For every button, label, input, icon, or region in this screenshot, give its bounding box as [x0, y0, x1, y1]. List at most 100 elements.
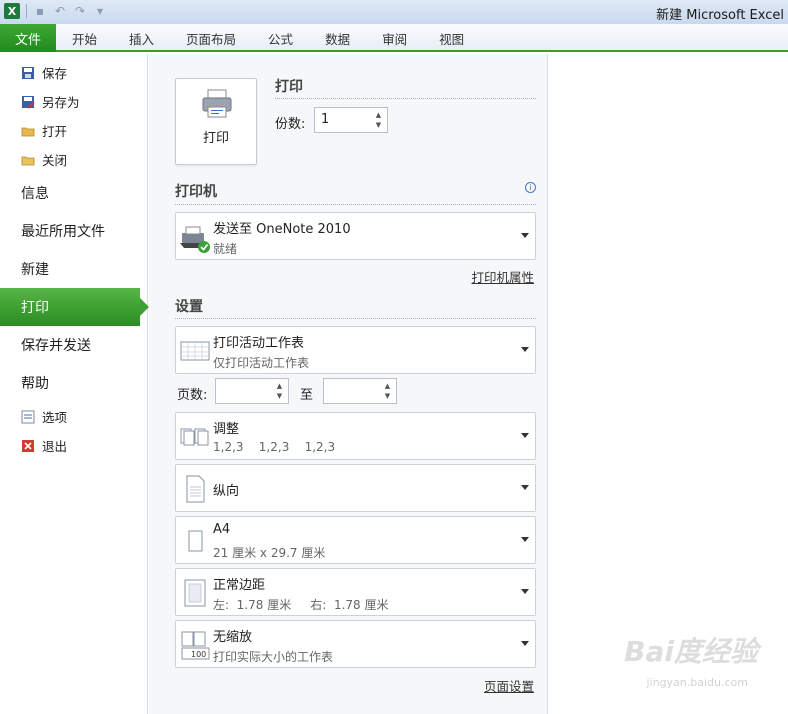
divider: [175, 318, 536, 319]
copies-value: 1: [321, 112, 330, 127]
window-title: 新建 Microsoft Excel: [656, 8, 784, 23]
chevron-down-icon: [521, 233, 529, 238]
printer-ready-icon: [180, 226, 210, 253]
printer-properties-link[interactable]: 打印机属性: [471, 267, 534, 286]
excel-logo-icon: X: [4, 3, 20, 19]
ribbon-tabs: 文件 开始 插入 页面布局 公式 数据 审阅 视图: [0, 24, 788, 52]
exit-icon: [21, 439, 35, 453]
nav-save[interactable]: 保存: [0, 58, 147, 87]
sheet-grid-icon: [180, 341, 210, 361]
tab-formulas[interactable]: 公式: [252, 24, 309, 52]
page-setup-link[interactable]: 页面设置: [484, 676, 534, 695]
stepper-arrows-icon[interactable]: ▲ ▼: [275, 381, 284, 401]
stepper-arrows-icon[interactable]: ▲ ▼: [374, 110, 383, 130]
watermark-logo: Bai度经验: [624, 635, 758, 668]
print-settings-panel: 打印 打印 份数: 1 ▲ ▼ 打印机 i 发送至 OneNote 2010 就绪…: [149, 54, 548, 714]
nav-print[interactable]: 打印: [0, 288, 149, 326]
title-bar: X ▪ ↶ ↷ ▾ 新建 Microsoft Excel: [0, 0, 788, 24]
nav-recent[interactable]: 最近所用文件: [0, 212, 147, 250]
print-preview-area: [549, 54, 788, 714]
nav-help[interactable]: 帮助: [0, 364, 147, 402]
nav-open-label: 打开: [42, 124, 68, 139]
printer-name: 发送至 OneNote 2010: [213, 222, 351, 237]
save-as-icon: [21, 95, 35, 109]
nav-exit-label: 退出: [42, 439, 68, 454]
divider: [175, 204, 536, 205]
print-what-sub: 仅打印活动工作表: [213, 356, 310, 370]
orientation-title: 纵向: [213, 484, 240, 499]
tab-page-layout[interactable]: 页面布局: [170, 24, 252, 52]
watermark-url: jingyan.baidu.com: [646, 676, 748, 689]
nav-save-as[interactable]: 另存为: [0, 87, 147, 116]
paper-size-dropdown[interactable]: A4 21 厘米 x 29.7 厘米: [175, 516, 536, 564]
margins-title: 正常边距: [213, 578, 266, 593]
toolbar-divider: [26, 4, 27, 18]
print-section-title: 打印: [275, 79, 303, 95]
nav-open[interactable]: 打开: [0, 116, 147, 145]
printer-section-title: 打印机: [175, 184, 217, 200]
scaling-dropdown[interactable]: 100 无缩放 打印实际大小的工作表: [175, 620, 536, 668]
pages-label: 页数:: [177, 388, 208, 403]
print-what-title: 打印活动工作表: [213, 336, 305, 351]
paper-size-title: A4: [213, 522, 231, 537]
tab-home[interactable]: 开始: [56, 24, 113, 52]
save-icon: [21, 66, 35, 80]
nav-new[interactable]: 新建: [0, 250, 147, 288]
collate-dropdown[interactable]: 调整 1,2,3 1,2,3 1,2,3: [175, 412, 536, 460]
info-icon[interactable]: i: [525, 182, 536, 193]
open-folder-icon: [21, 124, 35, 138]
stepper-arrows-icon[interactable]: ▲ ▼: [383, 381, 392, 401]
pages-to-stepper[interactable]: ▲ ▼: [323, 378, 397, 404]
nav-exit[interactable]: 退出: [0, 431, 147, 460]
nav-save-label: 保存: [42, 66, 68, 81]
chevron-down-icon: [521, 589, 529, 594]
nav-close-label: 关闭: [42, 153, 68, 168]
nav-save-send[interactable]: 保存并发送: [0, 326, 147, 364]
nav-options-label: 选项: [42, 410, 68, 425]
copies-label: 份数:: [275, 117, 306, 132]
tab-view[interactable]: 视图: [423, 24, 480, 52]
options-icon: [21, 410, 35, 424]
undo-icon[interactable]: ↶: [53, 4, 67, 18]
nav-close[interactable]: 关闭: [0, 145, 147, 174]
quick-access-toolbar: X ▪ ↶ ↷ ▾: [4, 3, 107, 19]
portrait-page-icon: [186, 475, 205, 503]
chevron-down-icon: [521, 485, 529, 490]
nav-save-as-label: 另存为: [42, 95, 80, 110]
paper-size-icon: [188, 530, 203, 552]
scaling-title: 无缩放: [213, 630, 253, 645]
settings-section-title: 设置: [175, 299, 203, 315]
collate-sub: 1,2,3 1,2,3 1,2,3: [213, 440, 336, 454]
save-icon[interactable]: ▪: [33, 4, 47, 18]
nav-options[interactable]: 选项: [0, 402, 147, 431]
orientation-dropdown[interactable]: 纵向: [175, 464, 536, 512]
svg-text:100: 100: [191, 650, 206, 659]
tab-review[interactable]: 审阅: [366, 24, 423, 52]
redo-icon[interactable]: ↷: [73, 4, 87, 18]
chevron-down-icon: [521, 641, 529, 646]
margins-dropdown[interactable]: 正常边距 左: 1.78 厘米 右: 1.78 厘米: [175, 568, 536, 616]
pages-from-stepper[interactable]: ▲ ▼: [215, 378, 289, 404]
nav-info[interactable]: 信息: [0, 174, 147, 212]
chevron-down-icon: [521, 537, 529, 542]
print-button[interactable]: 打印: [175, 78, 257, 165]
close-folder-icon: [21, 153, 35, 167]
printer-status: 就绪: [213, 242, 238, 256]
collate-icon: [180, 428, 209, 446]
copies-stepper[interactable]: 1 ▲ ▼: [314, 107, 388, 133]
backstage-nav: 保存 另存为 打开 关闭 信息 最近所用文件 新建 打印 保存并发送 帮助 选项…: [0, 54, 149, 714]
customize-toolbar-icon[interactable]: ▾: [93, 4, 107, 18]
margins-sub: 左: 1.78 厘米 右: 1.78 厘米: [213, 598, 389, 612]
divider: [275, 98, 536, 99]
tab-data[interactable]: 数据: [309, 24, 366, 52]
print-what-dropdown[interactable]: 打印活动工作表 仅打印活动工作表: [175, 326, 536, 374]
no-scaling-icon: 100: [181, 631, 210, 660]
chevron-down-icon: [521, 347, 529, 352]
printer-icon: [202, 89, 232, 118]
tab-insert[interactable]: 插入: [113, 24, 170, 52]
chevron-down-icon: [521, 433, 529, 438]
margins-icon: [184, 579, 206, 607]
pages-to-label: 至: [300, 388, 314, 403]
printer-dropdown[interactable]: 发送至 OneNote 2010 就绪: [175, 212, 536, 260]
tab-file[interactable]: 文件: [0, 24, 56, 52]
